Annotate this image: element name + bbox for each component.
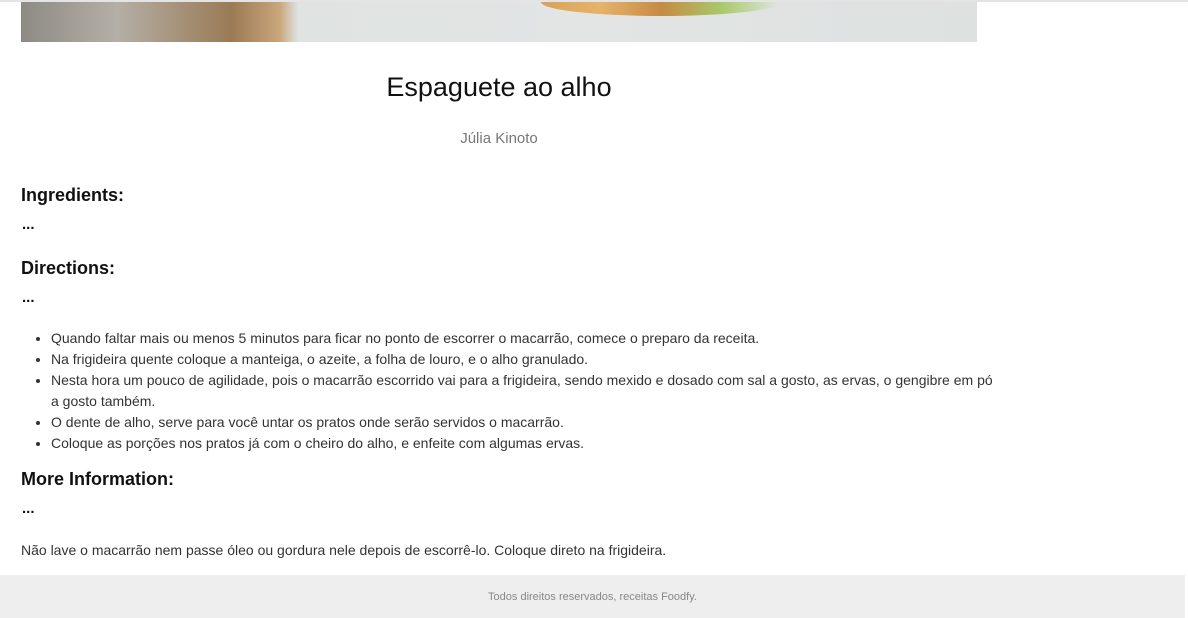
directions-list: Quando faltar mais ou menos 5 minutos pa… [21,328,1021,454]
list-item: Nesta hora um pouco de agilidade, pois o… [51,370,1021,412]
ingredients-heading: Ingredients: [21,185,125,205]
directions-toggle[interactable]: ... [22,289,35,306]
list-item: O dente de alho, serve para você untar o… [51,412,1021,433]
list-item: Na frigideira quente coloque a manteiga,… [51,349,1021,370]
list-item: Coloque as porções nos pratos já com o c… [51,433,1021,454]
pasta-plate-image [541,2,781,16]
more-info-text: Não lave o macarrão nem passe óleo ou go… [21,542,667,558]
recipe-image [21,2,977,42]
footer: Todos direitos reservados, receitas Food… [0,575,1185,618]
more-info-heading: More Information: [21,469,174,489]
list-item: Quando faltar mais ou menos 5 minutos pa… [51,328,1021,349]
ingredients-toggle[interactable]: ... [22,216,35,233]
more-info-toggle[interactable]: ... [22,500,35,517]
recipe-author: Júlia Kinoto [460,130,538,147]
recipe-title: Espaguete ao alho [386,72,612,102]
directions-heading: Directions: [21,258,116,278]
footer-text: Todos direitos reservados, receitas Food… [488,591,697,603]
